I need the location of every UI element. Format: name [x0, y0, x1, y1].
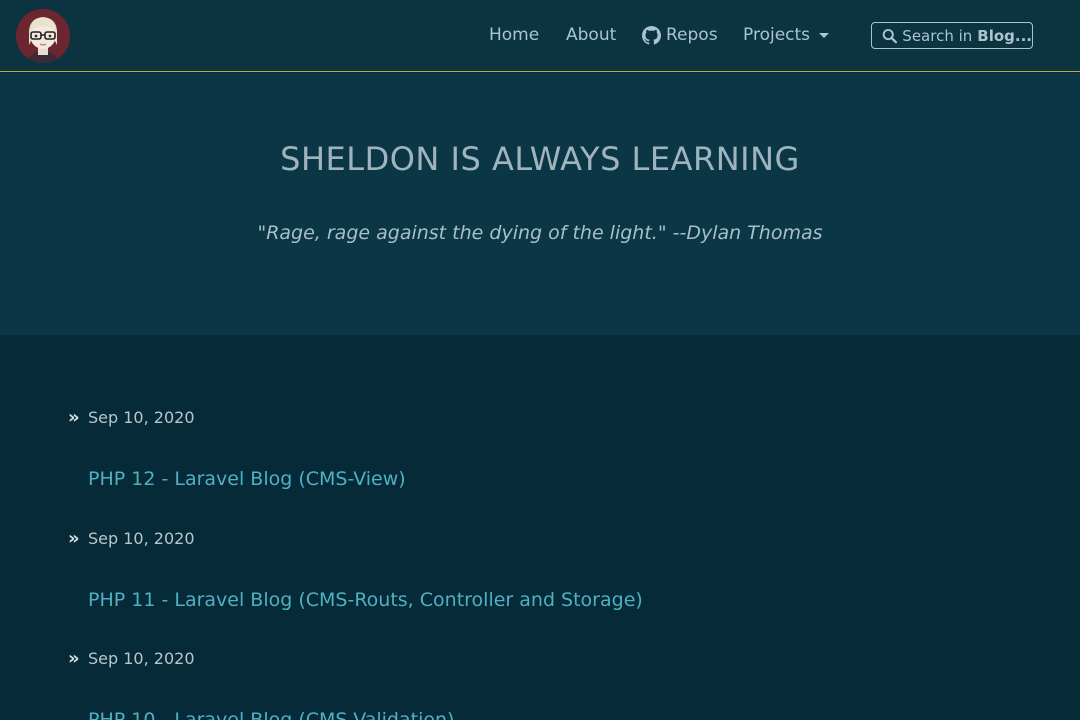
nav-home-link[interactable]: Home: [489, 25, 539, 45]
hero-header: SHELDON IS ALWAYS LEARNING "Rage, rage a…: [0, 73, 1080, 335]
post-item: » Sep 10, 2020 PHP 10 - Laravel Blog (CM…: [68, 648, 968, 720]
nav-home-label: Home: [489, 25, 540, 45]
post-date-row: » Sep 10, 2020: [68, 528, 968, 549]
post-item: » Sep 10, 2020 PHP 11 - Laravel Blog (CM…: [68, 528, 968, 611]
post-date: Sep 10, 2020: [88, 408, 195, 427]
nav-repos-link[interactable]: Repos: [642, 25, 718, 45]
caret-down-icon: [819, 33, 830, 38]
avatar-image: [16, 9, 70, 63]
post-date: Sep 10, 2020: [88, 649, 195, 668]
hero-quote: "Rage, rage against the dying of the lig…: [257, 222, 823, 244]
nav-repos-label: Repos: [666, 25, 718, 45]
page-title: SHELDON IS ALWAYS LEARNING: [280, 140, 800, 178]
search-prefix: Search in: [902, 26, 973, 45]
nav-projects-label: Projects: [743, 25, 811, 45]
post-list: » Sep 10, 2020 PHP 12 - Laravel Blog (CM…: [0, 335, 1080, 720]
bullet-icon: »: [68, 648, 80, 669]
avatar[interactable]: [16, 9, 70, 63]
post-item: » Sep 10, 2020 PHP 12 - Laravel Blog (CM…: [68, 407, 968, 490]
post-date-row: » Sep 10, 2020: [68, 648, 968, 669]
post-date-row: » Sep 10, 2020: [68, 407, 968, 428]
nav-projects-dropdown[interactable]: Projects: [743, 25, 830, 45]
nav-about-link[interactable]: About: [566, 25, 616, 45]
nav-about-label: About: [566, 25, 617, 45]
github-icon: [642, 25, 661, 45]
bullet-icon: »: [68, 407, 80, 428]
bullet-icon: »: [68, 528, 80, 549]
search-target: Blog...: [977, 26, 1032, 45]
post-title-link[interactable]: PHP 12 - Laravel Blog (CMS-View): [88, 468, 968, 490]
search-button[interactable]: Search in Blog...: [871, 22, 1033, 49]
post-title-link[interactable]: PHP 11 - Laravel Blog (CMS-Routs, Contro…: [88, 589, 968, 611]
post-title-link[interactable]: PHP 10 - Laravel Blog (CMS-Validation): [88, 709, 968, 720]
navbar: Home About Repos Projects Search in Blog…: [0, 0, 1080, 72]
post-date: Sep 10, 2020: [88, 529, 195, 548]
search-icon: [882, 28, 898, 43]
